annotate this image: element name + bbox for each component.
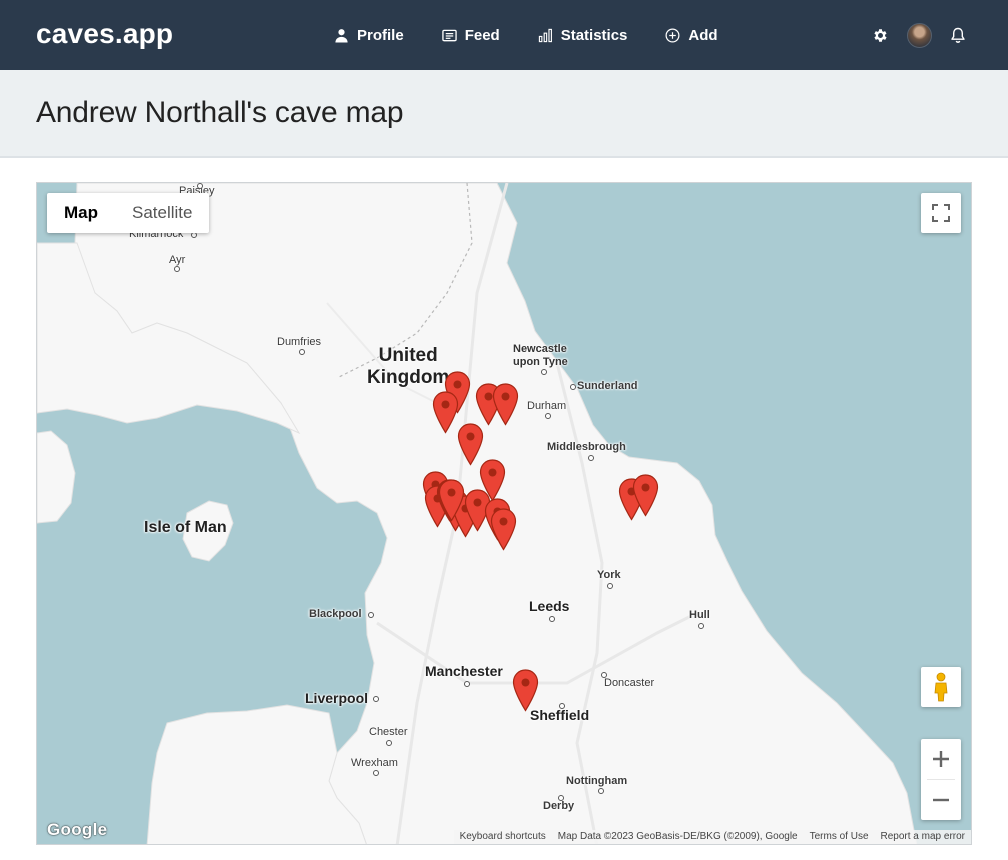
map-dot-leeds: [549, 616, 555, 622]
map-label-country: United Kingdom: [367, 345, 450, 388]
avatar[interactable]: [907, 22, 932, 48]
gear-icon[interactable]: [872, 27, 889, 44]
map-dot-liverpool: [373, 696, 379, 702]
plus-icon: [933, 751, 949, 767]
zoom-in-button[interactable]: [921, 739, 961, 779]
nav-profile[interactable]: Profile: [334, 27, 404, 44]
cave-marker[interactable]: [632, 474, 659, 517]
map-dot-hull: [698, 623, 704, 629]
pegman-icon: [934, 672, 948, 702]
map-dot-durham: [545, 413, 551, 419]
cave-marker[interactable]: [512, 669, 539, 712]
map-type-satellite-button[interactable]: Satellite: [115, 193, 209, 233]
report-map-error-link[interactable]: Report a map error: [875, 830, 971, 844]
map-dot-paisley: [197, 183, 203, 189]
nav-feed[interactable]: Feed: [441, 26, 500, 44]
map-dot-york: [607, 583, 613, 589]
map-dot-middlesbrough: [588, 455, 594, 461]
map-label-leeds: Leeds: [529, 598, 570, 614]
map-label-nottingham: Nottingham: [566, 775, 628, 787]
map-label-durham: Durham: [527, 400, 567, 412]
feed-icon: [441, 29, 457, 41]
cave-marker[interactable]: [492, 383, 519, 426]
map-pin-icon: [512, 669, 539, 712]
cave-marker[interactable]: [438, 479, 465, 522]
keyboard-shortcuts-link[interactable]: Keyboard shortcuts: [454, 830, 552, 844]
minus-icon: [933, 798, 949, 802]
map-label-york: York: [597, 569, 621, 581]
map-type-control: Map Satellite: [47, 193, 210, 233]
map-label-derby: Derby: [543, 800, 575, 812]
map-label-chester: Chester: [369, 726, 408, 738]
cave-marker[interactable]: [432, 391, 459, 434]
map-dot-blackpool: [368, 612, 374, 618]
zoom-out-button[interactable]: [921, 780, 961, 820]
user-icon: [335, 28, 348, 43]
map-dot-sheffield: [559, 703, 565, 709]
map-type-map-button[interactable]: Map: [47, 193, 115, 233]
map-dot-manchester: [464, 681, 470, 687]
map-label-middlesbrough: Middlesbrough: [547, 441, 626, 453]
map-data-text: Map Data ©2023 GeoBasis-DE/BKG (©2009), …: [557, 831, 798, 842]
nav-profile-label: Profile: [357, 26, 404, 44]
statistics-icon: [538, 28, 552, 42]
map-dot-dumfries: [299, 349, 305, 355]
map-dot-chester: [386, 740, 392, 746]
nav-add[interactable]: Add: [665, 26, 718, 44]
fullscreen-icon: [932, 204, 950, 222]
map-pin-icon: [438, 479, 465, 522]
map-pin-icon: [490, 508, 517, 551]
map-dot-nottingham: [598, 788, 604, 794]
brand-logo[interactable]: caves.app: [36, 18, 173, 50]
nav-feed-label: Feed: [464, 26, 500, 44]
map-label-doncaster: Doncaster: [604, 677, 655, 689]
page-title: Andrew Northall's cave map: [36, 96, 404, 129]
map-attribution: Keyboard shortcuts Map Data ©2023 GeoBas…: [453, 830, 971, 844]
map-label-isle-of-man: Isle of Man: [144, 519, 227, 536]
page-header: Andrew Northall's cave map: [0, 70, 1008, 158]
map-label-sunderland: Sunderland: [577, 380, 638, 392]
map-pin-icon: [492, 383, 519, 426]
map-label-newcastle: Newcastle upon Tyne: [513, 343, 568, 368]
map-dot-sunderland: [570, 384, 576, 390]
map-pin-icon: [432, 391, 459, 434]
street-view-pegman[interactable]: [921, 667, 961, 707]
map-label-wrexham: Wrexham: [351, 757, 398, 769]
map-dot-newcastle: [541, 369, 547, 375]
main-nav: Profile Feed Statistics Add: [334, 0, 718, 70]
map-label-ayr: Ayr: [169, 254, 186, 266]
map-dot-wrexham: [373, 770, 379, 776]
cave-map[interactable]: Paisley Kilmarnock Ayr Dumfries United Ki…: [36, 182, 972, 845]
nav-statistics-label: Statistics: [560, 26, 628, 44]
map-dot-ayr: [174, 266, 180, 272]
fullscreen-button[interactable]: [921, 193, 961, 233]
top-navbar: caves.app Profile Feed Statistics Add: [0, 0, 1008, 70]
navbar-right: [872, 0, 966, 70]
map-dot-derby: [558, 795, 564, 801]
terms-of-use-link[interactable]: Terms of Use: [804, 830, 875, 844]
nav-statistics[interactable]: Statistics: [538, 26, 628, 44]
google-logo[interactable]: Google: [47, 820, 107, 840]
bell-icon[interactable]: [950, 27, 966, 44]
map-label-dumfries: Dumfries: [277, 336, 322, 348]
map-dot-doncaster: [601, 672, 607, 678]
map-pin-icon: [632, 474, 659, 517]
map-label-liverpool: Liverpool: [305, 690, 369, 706]
zoom-control: [921, 739, 961, 820]
cave-marker[interactable]: [490, 508, 517, 551]
map-label-manchester: Manchester: [425, 663, 503, 679]
map-label-hull: Hull: [689, 609, 710, 621]
add-circle-icon: [665, 28, 680, 42]
nav-add-label: Add: [688, 26, 718, 44]
map-label-blackpool: Blackpool: [309, 608, 362, 620]
